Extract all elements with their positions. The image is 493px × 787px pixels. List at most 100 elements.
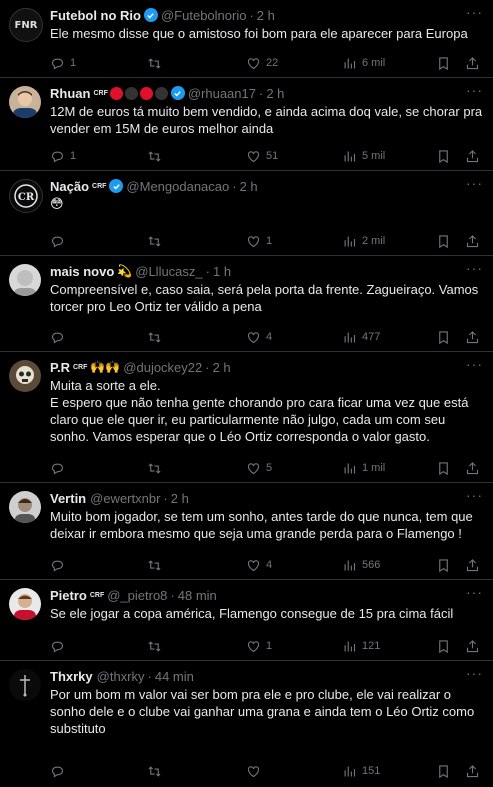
more-options-icon[interactable]: ··· — [466, 4, 483, 20]
display-name[interactable]: Nação — [50, 179, 89, 194]
reply-button[interactable] — [50, 639, 70, 654]
bookmark-button[interactable] — [436, 56, 451, 71]
reply-icon — [51, 332, 64, 343]
retweet-button[interactable] — [147, 149, 167, 164]
display-name[interactable]: Pietro — [50, 588, 87, 603]
avatar[interactable] — [9, 588, 41, 620]
share-button[interactable] — [465, 558, 480, 573]
user-handle[interactable]: @Futebolnorio — [161, 8, 246, 23]
tweet-text: Muita a sorte a ele. E espero que não te… — [50, 378, 469, 444]
share-button[interactable] — [465, 149, 480, 164]
retweet-button[interactable] — [147, 764, 167, 779]
retweet-button[interactable] — [147, 330, 167, 345]
user-handle[interactable]: @ewertxnbr — [90, 491, 160, 506]
share-button[interactable] — [465, 56, 480, 71]
reply-button[interactable] — [50, 330, 70, 345]
reply-button[interactable] — [50, 558, 70, 573]
timestamp[interactable]: 48 min — [178, 588, 217, 603]
bookmark-button[interactable] — [436, 234, 451, 249]
user-handle[interactable]: @Lllucasz_ — [135, 264, 202, 279]
user-handle[interactable]: @Mengodanacao — [126, 179, 229, 194]
retweet-button[interactable] — [147, 56, 167, 71]
bookmark-button[interactable] — [436, 149, 451, 164]
tweet-rhuaan17[interactable]: Rhuan CRF @rhuaan17 · 2 h ··· 12M de eur… — [0, 78, 493, 171]
bookmark-button[interactable] — [436, 461, 451, 476]
more-options-icon[interactable]: ··· — [466, 584, 483, 600]
more-options-icon[interactable]: ··· — [466, 487, 483, 503]
display-name[interactable]: Rhuan — [50, 86, 90, 101]
share-button[interactable] — [465, 330, 480, 345]
views-button[interactable]: 566 — [342, 558, 380, 573]
views-button[interactable]: 477 — [342, 330, 380, 345]
share-icon — [466, 234, 479, 247]
display-name[interactable]: Thxrky — [50, 669, 93, 684]
bookmark-button[interactable] — [436, 764, 451, 779]
display-name[interactable]: Futebol no Rio — [50, 8, 141, 23]
tweet-mengodanacao[interactable]: CR Nação CRF @Mengodanacao · 2 h ··· 😳 1… — [0, 171, 493, 256]
timestamp[interactable]: 2 h — [240, 179, 258, 194]
retweet-button[interactable] — [147, 234, 167, 249]
like-button[interactable]: 22 — [246, 56, 278, 71]
display-name[interactable]: Vertin — [50, 491, 86, 506]
like-button[interactable]: 51 — [246, 149, 278, 164]
avatar[interactable]: CR — [9, 179, 43, 213]
bookmark-button[interactable] — [436, 330, 451, 345]
avatar[interactable]: FNR — [9, 8, 43, 42]
share-button[interactable] — [465, 639, 480, 654]
user-handle[interactable]: @_pietro8 — [107, 588, 167, 603]
reply-button[interactable] — [50, 764, 70, 779]
timestamp[interactable]: 2 h — [171, 491, 189, 506]
views-button[interactable]: 6 mil — [342, 56, 385, 71]
like-button[interactable]: 1 — [246, 639, 272, 654]
timestamp[interactable]: 1 h — [213, 264, 231, 279]
timestamp[interactable]: 2 h — [213, 360, 231, 375]
views-button[interactable]: 1 mil — [342, 461, 385, 476]
views-button[interactable]: 121 — [342, 639, 380, 654]
more-options-icon[interactable]: ··· — [466, 665, 483, 681]
timestamp[interactable]: 44 min — [155, 669, 194, 684]
tweet-thxrky[interactable]: Thxrky @thxrky · 44 min ··· Por um bom m… — [0, 661, 493, 787]
display-name[interactable]: mais novo — [50, 264, 114, 279]
retweet-button[interactable] — [147, 461, 167, 476]
more-options-icon[interactable]: ··· — [466, 260, 483, 276]
views-button[interactable]: 5 mil — [342, 149, 385, 164]
more-options-icon[interactable]: ··· — [466, 356, 483, 372]
bookmark-button[interactable] — [436, 558, 451, 573]
more-options-icon[interactable]: ··· — [466, 82, 483, 98]
tweet-lllucasz[interactable]: mais novo 💫 @Lllucasz_ · 1 h ··· Compree… — [0, 256, 493, 352]
avatar[interactable] — [9, 669, 41, 701]
timestamp[interactable]: 2 h — [266, 86, 284, 101]
like-button[interactable]: 1 — [246, 234, 272, 249]
share-button[interactable] — [465, 461, 480, 476]
share-button[interactable] — [465, 764, 480, 779]
views-button[interactable]: 2 mil — [342, 234, 385, 249]
reply-button[interactable]: 1 — [50, 56, 76, 71]
like-button[interactable] — [246, 764, 266, 779]
tweet-header: mais novo 💫 @Lllucasz_ · 1 h — [50, 262, 483, 280]
timestamp[interactable]: 2 h — [257, 8, 275, 23]
bookmark-button[interactable] — [436, 639, 451, 654]
like-button[interactable]: 4 — [246, 558, 272, 573]
tweet-dujockey22[interactable]: P.R CRF 🙌🙌 @dujockey22 · 2 h ··· Muita a… — [0, 352, 493, 483]
user-handle[interactable]: @thxrky — [97, 669, 145, 684]
avatar[interactable] — [9, 86, 41, 118]
more-options-icon[interactable]: ··· — [466, 175, 483, 191]
reply-button[interactable] — [50, 234, 70, 249]
user-handle[interactable]: @rhuaan17 — [188, 86, 256, 101]
display-name[interactable]: P.R — [50, 360, 70, 375]
tweet-pietro8[interactable]: Pietro CRF @_pietro8 · 48 min ··· Se ele… — [0, 580, 493, 661]
tweet-ewertxnbr[interactable]: Vertin @ewertxnbr · 2 h ··· Muito bom jo… — [0, 483, 493, 580]
retweet-button[interactable] — [147, 558, 167, 573]
reply-button[interactable]: 1 — [50, 149, 76, 164]
user-handle[interactable]: @dujockey22 — [123, 360, 202, 375]
avatar[interactable] — [9, 491, 41, 523]
like-button[interactable]: 5 — [246, 461, 272, 476]
share-button[interactable] — [465, 234, 480, 249]
views-button[interactable]: 151 — [342, 764, 380, 779]
retweet-button[interactable] — [147, 639, 167, 654]
avatar[interactable] — [9, 360, 41, 392]
reply-button[interactable] — [50, 461, 70, 476]
like-button[interactable]: 4 — [246, 330, 272, 345]
tweet-futebolnorio[interactable]: FNR Futebol no Rio @Futebolnorio · 2 h ·… — [0, 0, 493, 78]
avatar[interactable] — [9, 264, 41, 296]
